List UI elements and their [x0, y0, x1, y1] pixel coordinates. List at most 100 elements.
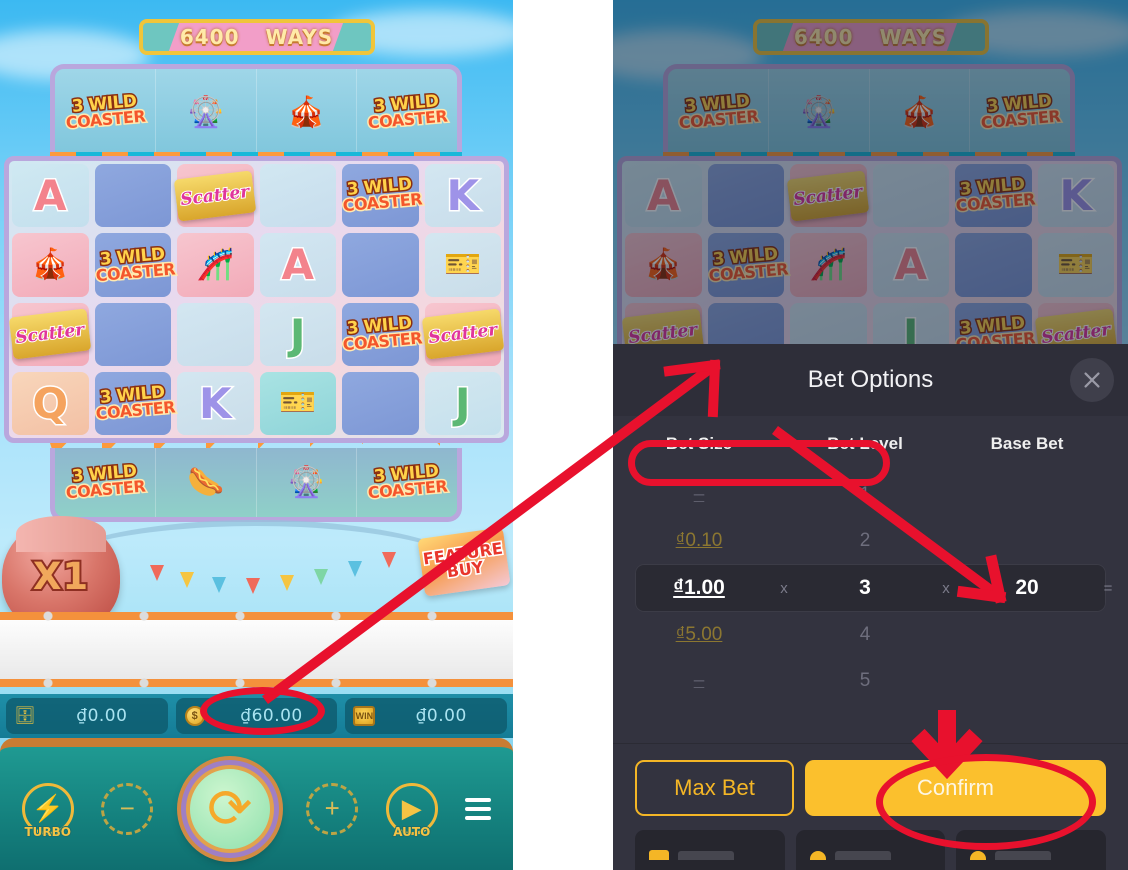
spin-icon: ⟳	[185, 764, 274, 853]
reel-cell[interactable]: 3 WILD COASTER	[92, 230, 177, 299]
ferris-wheel-icon: 🎡	[287, 465, 326, 499]
reel-cell[interactable]: Scatter	[9, 300, 92, 369]
reel-cell[interactable]: Scatter	[421, 300, 505, 369]
ways-count: 6400	[179, 25, 240, 49]
menu-button[interactable]	[465, 797, 492, 820]
increase-bet-button[interactable]: +	[306, 782, 359, 835]
reel-cell[interactable]	[257, 161, 340, 230]
wild-symbol: 3 WILDCOASTER	[64, 460, 148, 504]
reel-cell[interactable]: K	[174, 369, 257, 438]
turbo-label: TURBO	[23, 824, 72, 840]
tab-icon	[809, 850, 826, 860]
reel-cell[interactable]	[92, 161, 175, 230]
table-row[interactable]: ₫5.00 4 ₫80.00	[635, 612, 1106, 658]
column-header-bet-size: Bet Size	[665, 434, 733, 453]
circus-tent-icon: 🎪	[287, 95, 326, 129]
reel-cell[interactable]: 3 WILD COASTER	[92, 369, 177, 438]
footer-tab[interactable]	[956, 830, 1107, 870]
cell-bet-size: ₫1.00	[673, 576, 725, 599]
reel-cell[interactable]: Q	[9, 369, 92, 438]
multiplier-value: X1	[31, 553, 90, 600]
table-header-row: Bet Size Bet Level Base Bet Bet Amount	[635, 416, 1106, 472]
footer-tab-strip	[635, 830, 1107, 870]
table-row[interactable]: – 1 ₫20.00	[635, 472, 1106, 518]
balance-icon: 🗄	[14, 706, 36, 725]
ticket-booth-icon: 🎫	[444, 247, 482, 281]
wild-symbol: 3 WILDCOASTER	[341, 312, 425, 356]
reel-cell[interactable]: J	[422, 369, 505, 438]
balance-value: ₫0.00	[76, 706, 128, 726]
feature-buy-button[interactable]: FEATURE BUY	[417, 527, 511, 597]
footer-divider	[613, 743, 1128, 744]
table-row-selected[interactable]: ₫1.00 x 3 x 20 = ₫60.00	[635, 564, 1112, 612]
wild-symbol: 3 WILDCOASTER	[366, 460, 450, 504]
hotdog-icon: 🌭	[186, 465, 225, 499]
operator-multiply: x	[780, 579, 788, 597]
bunting-flag	[246, 578, 260, 594]
decrease-bet-button[interactable]: −	[101, 782, 154, 835]
close-button[interactable]	[1070, 358, 1114, 402]
stat-win[interactable]: WIN ₫0.00	[345, 698, 508, 734]
win-value: ₫0.00	[415, 706, 467, 726]
lower-cell: 🎡	[257, 448, 358, 517]
upper-cell: 🎡	[156, 69, 257, 156]
cell-bet-level: 5	[859, 670, 871, 691]
stats-bar: 🗄 ₫0.00 $ ₫60.00 WIN ₫0.00	[0, 694, 513, 738]
wild-symbol: 3 WILDCOASTER	[64, 90, 148, 134]
wild-symbol: 3 WILDCOASTER	[341, 173, 425, 217]
symbol-k: K	[197, 377, 233, 429]
cell-base-bet: 20	[1015, 576, 1039, 599]
reel-cell[interactable]: 3 WILD COASTER	[339, 300, 425, 369]
footer-tab[interactable]	[635, 830, 785, 870]
autoplay-button[interactable]: ▶ AUTO	[385, 782, 438, 840]
autoplay-label: AUTO	[392, 824, 431, 840]
column-header-bet-level: Bet Level	[827, 434, 903, 453]
close-icon	[1084, 372, 1100, 388]
symbol-k: K	[445, 170, 481, 222]
upper-cell: 3 WILD COASTER	[55, 69, 156, 156]
table-row[interactable]: ₫0.10 2 ₫40.00	[635, 518, 1106, 564]
modal-footer: Max Bet Confirm	[613, 727, 1128, 870]
stat-balance[interactable]: 🗄 ₫0.00	[6, 698, 168, 734]
footer-tab[interactable]	[795, 830, 946, 870]
game-panel-left: 6400 WAYS 3 WILD COASTER 🎡 🎪 3 WILD COASTE…	[0, 0, 513, 870]
reel-cell[interactable]: K	[422, 161, 505, 230]
reel-cell[interactable]: 3 WILD COASTER	[339, 161, 425, 230]
table-row[interactable]: – 5 ₫100.00	[635, 658, 1106, 704]
bunting-flag	[348, 561, 362, 577]
screenshot-root: 6400 WAYS 3 WILD COASTER 🎡 🎪 3 WILD COASTE…	[0, 0, 1128, 870]
confirm-button[interactable]: Confirm	[805, 760, 1106, 816]
stat-bet[interactable]: $ ₫60.00	[175, 698, 338, 734]
symbol-j: J	[288, 308, 307, 360]
reel-cell[interactable]: 🎫	[422, 230, 505, 299]
plus-icon: +	[306, 782, 359, 835]
reel-cell[interactable]: Scatter	[174, 161, 257, 230]
turbo-button[interactable]: ⚡ TURBO	[21, 782, 74, 840]
reel-cell[interactable]: 🎪	[9, 230, 92, 299]
coaster-car-icon: 🎢	[196, 247, 234, 281]
reel-cell[interactable]	[92, 300, 175, 369]
reel-cell[interactable]: A	[257, 230, 340, 299]
reel-cell[interactable]	[174, 300, 257, 369]
tab-icon	[970, 850, 987, 860]
reel-cell[interactable]: J	[257, 300, 340, 369]
reel-cell[interactable]: 🎫	[257, 369, 340, 438]
reel-cell[interactable]	[339, 230, 422, 299]
upper-reel-strip: 3 WILD COASTER 🎡 🎪 3 WILD COASTER	[50, 64, 462, 156]
reel-cell[interactable]: A	[9, 161, 92, 230]
reel-cell[interactable]: 🎢	[174, 230, 257, 299]
max-bet-button[interactable]: Max Bet	[635, 760, 794, 816]
cell-bet-size: –	[693, 670, 705, 691]
cell-bet-level: 3	[859, 576, 871, 599]
spin-button[interactable]: ⟳	[180, 759, 279, 858]
bunting-flag	[280, 575, 294, 591]
symbol-q: Q	[31, 377, 70, 429]
reel-cell[interactable]	[339, 369, 422, 438]
cell-bet-level: 2	[859, 530, 871, 551]
lower-reel-strip: 3 WILD COASTER 🌭 🎡 3 WILD COASTER	[50, 448, 462, 522]
cell-bet-level: 4	[859, 624, 871, 645]
ways-banner: 6400 WAYS	[138, 19, 375, 55]
lower-cell: 🌭	[156, 448, 257, 517]
bunting-flag	[212, 577, 226, 593]
ferris-wheel-icon: 🎡	[186, 95, 225, 129]
